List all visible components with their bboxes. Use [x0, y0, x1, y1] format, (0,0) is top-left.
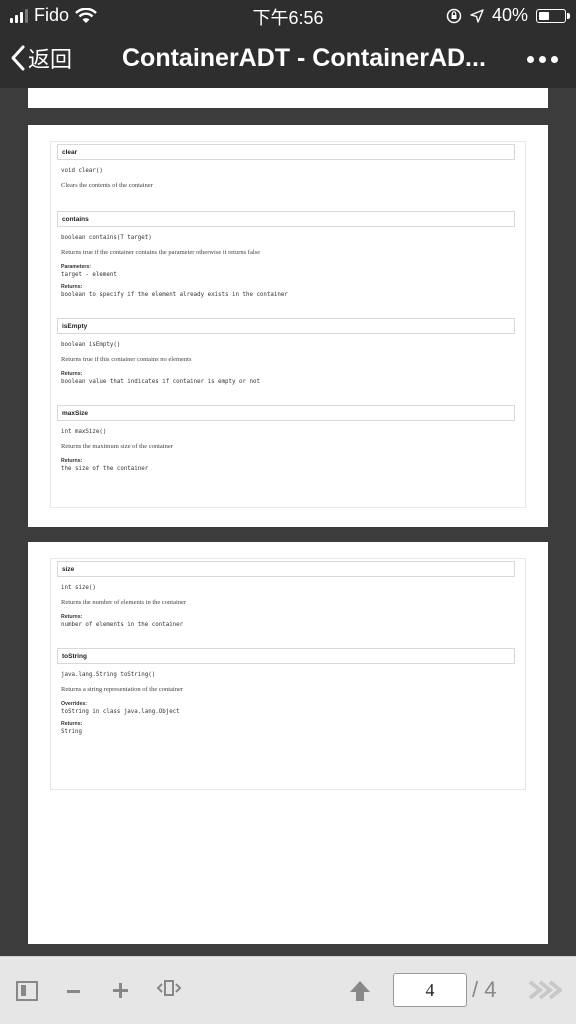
zoom-out-button[interactable]	[66, 973, 82, 1010]
detail-label: Returns:	[61, 284, 83, 290]
method-summary-page3: clear void clear() Clears the contents of …	[50, 141, 526, 508]
detail-label: Returns:	[61, 614, 83, 620]
method-name: maxSize	[57, 405, 515, 421]
method-description: Returns true if this container contains …	[61, 356, 192, 363]
detail-label: Returns:	[61, 721, 83, 727]
location-arrow-icon	[470, 8, 484, 23]
chevron-left-icon	[11, 45, 25, 71]
method-name: contains	[57, 211, 515, 227]
method-name: clear	[57, 144, 515, 160]
method-signature: void clear()	[61, 168, 103, 174]
detail-value: boolean to specify if the element alread…	[61, 292, 288, 298]
document-viewer[interactable]: clear void clear() Clears the contents of …	[0, 88, 576, 956]
battery-percent: 40%	[491, 5, 528, 25]
method-signature: int size()	[61, 585, 96, 591]
method-description: Clears the contents of the container	[61, 182, 153, 189]
detail-value: toString in class java.lang.Object	[61, 709, 180, 715]
fit-width-icon[interactable]	[156, 977, 182, 999]
method-signature: boolean isEmpty()	[61, 342, 121, 348]
method-spacer	[51, 193, 525, 209]
pdf-page-previous	[28, 88, 548, 108]
status-right: 40%	[446, 5, 570, 26]
total-pages: / 4	[472, 977, 497, 1002]
method-name: isEmpty	[57, 318, 515, 334]
zoom-in-button[interactable]	[112, 971, 130, 1012]
method-signature: java.lang.String toString()	[61, 672, 156, 678]
method-description: Returns a string representation of the c…	[61, 686, 184, 693]
page-title: ContainerADT - ContainerAD...	[122, 44, 486, 72]
battery-fill	[539, 11, 550, 20]
method-summary-page4: size int size() Returns the number of elem…	[50, 558, 526, 790]
plus-icon	[113, 983, 128, 998]
more-options-icon[interactable]	[527, 56, 558, 63]
detail-label: Overrides:	[61, 701, 87, 707]
detail-value: String	[61, 729, 82, 735]
method-name: size	[57, 561, 515, 577]
method-block: maxSize int maxSize() Returns the maximum …	[51, 387, 525, 474]
detail-label: Returns:	[61, 458, 83, 464]
sidebar-toggle-icon[interactable]	[16, 981, 38, 1001]
method-spacer	[51, 300, 525, 316]
battery-icon	[536, 8, 570, 23]
method-spacer	[51, 387, 525, 403]
method-description: Returns the number of elements in the co…	[61, 599, 187, 606]
fast-forward-icon[interactable]	[526, 979, 562, 1001]
method-description: Returns the maximum size of the containe…	[61, 443, 173, 450]
back-button[interactable]: 返回	[10, 42, 72, 74]
pdf-page-4: size int size() Returns the number of elem…	[28, 542, 548, 944]
detail-value: target - element	[61, 272, 117, 278]
method-block: size int size() Returns the number of elem…	[51, 561, 525, 630]
method-block: contains boolean contains(T target) Return…	[51, 193, 525, 300]
method-name: toString	[57, 648, 515, 664]
method-block: toString java.lang.String toString() Retur…	[51, 630, 525, 737]
method-signature: int maxSize()	[61, 429, 107, 435]
method-block: clear void clear() Clears the contents of …	[51, 144, 525, 193]
back-label: 返回	[28, 47, 73, 72]
minus-icon	[67, 990, 80, 993]
method-spacer	[51, 630, 525, 646]
pdf-page-3: clear void clear() Clears the contents of …	[28, 125, 548, 527]
method-signature: boolean contains(T target)	[61, 235, 152, 241]
detail-value: boolean value that indicates if containe…	[61, 379, 260, 385]
method-description: Returns true if the container contains t…	[61, 249, 261, 256]
rotation-lock-icon	[446, 8, 462, 23]
detail-label: Parameters:	[61, 264, 91, 270]
pdf-toolbar: 4 / 4	[0, 956, 576, 1024]
detail-value: the size of the container	[61, 466, 149, 472]
page-number-input[interactable]: 4	[393, 973, 467, 1007]
detail-label: Returns:	[61, 371, 83, 377]
arrow-up-icon[interactable]	[348, 979, 372, 1003]
navigation-bar: 返回 ContainerADT - ContainerAD...	[0, 30, 576, 88]
status-bar: Fido 下午6:56 40%	[0, 0, 576, 30]
detail-value: number of elements in the container	[61, 622, 184, 628]
method-block: isEmpty boolean isEmpty() Returns true if …	[51, 300, 525, 387]
